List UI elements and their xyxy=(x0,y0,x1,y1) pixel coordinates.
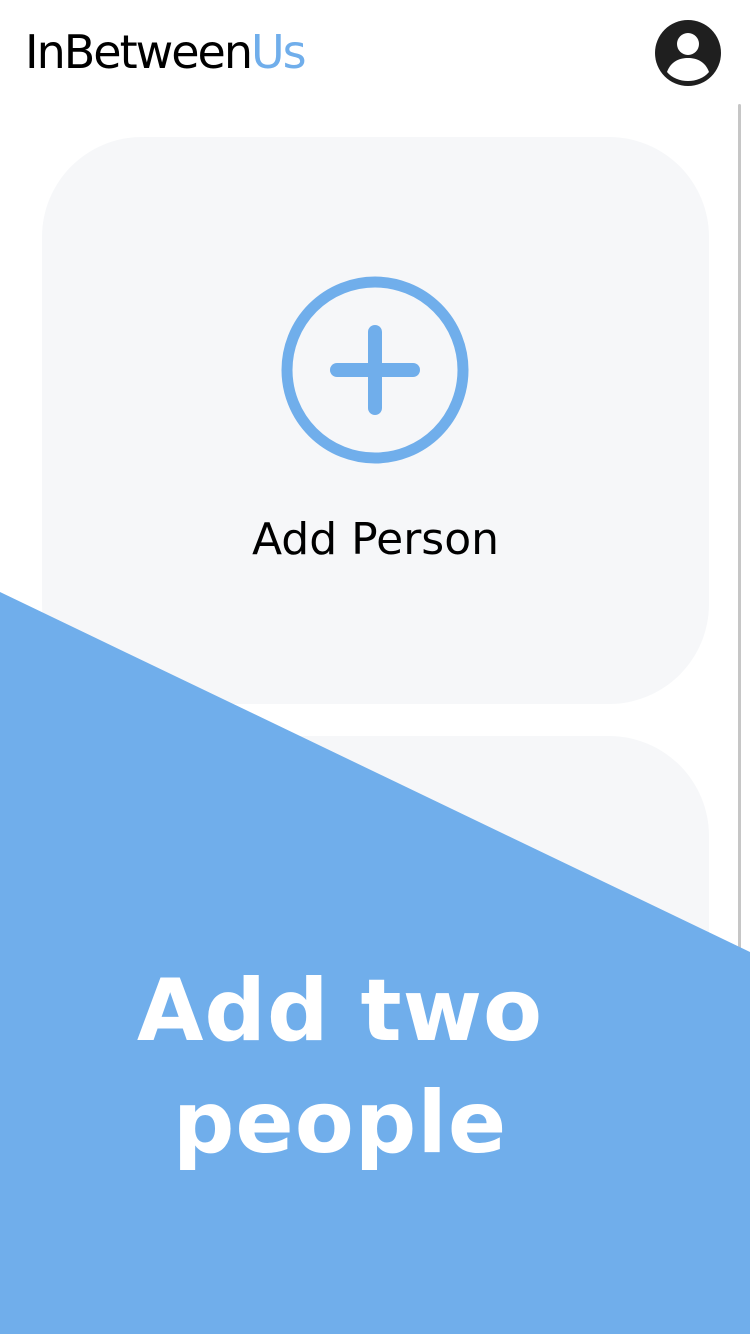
add-person-card[interactable]: Add Person xyxy=(42,137,709,704)
add-person-label: Add Person xyxy=(251,514,500,565)
banner-headline-line1: Add two xyxy=(136,961,544,1061)
plus-circle-icon[interactable] xyxy=(281,276,469,464)
logo-accent-text: Us xyxy=(251,25,307,79)
banner-headline: Add two people xyxy=(120,955,560,1179)
app-header: InBetweenUs xyxy=(0,0,750,104)
logo-primary-text: InBetween xyxy=(25,25,253,79)
account-circle-icon[interactable] xyxy=(654,19,722,87)
banner-headline-line2: people xyxy=(172,1073,508,1173)
app-logo: InBetweenUs xyxy=(25,24,307,80)
scrollbar[interactable] xyxy=(738,104,741,964)
